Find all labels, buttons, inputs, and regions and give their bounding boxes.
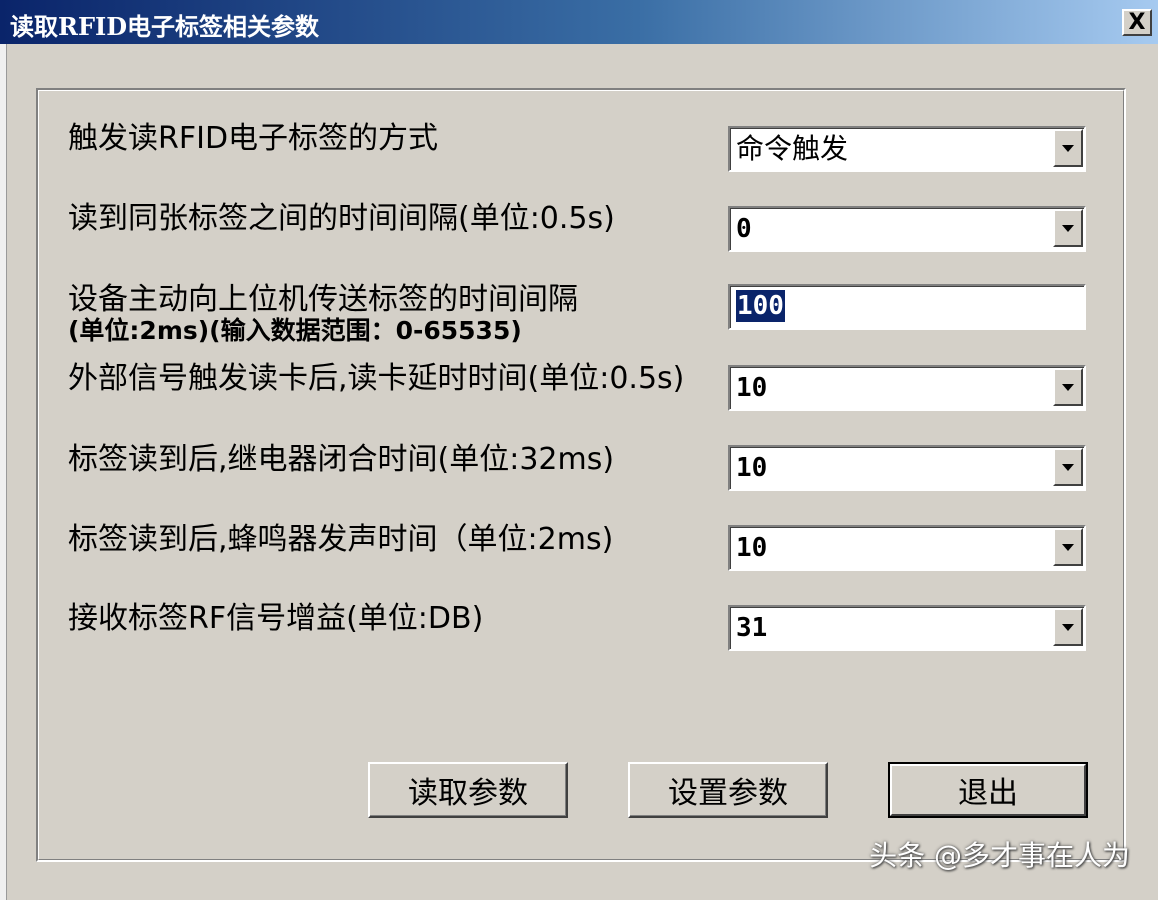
read-delay-select[interactable]: 10: [728, 365, 1086, 411]
upload-interval-input[interactable]: 100: [728, 284, 1086, 330]
upload-interval-value: 100: [736, 290, 785, 322]
chevron-down-icon: [1062, 544, 1074, 551]
trigger-mode-label: 触发读RFID电子标签的方式: [68, 121, 439, 156]
rf-gain-label: 接收标签RF信号增益(单位:DB): [68, 601, 484, 636]
trigger-mode-select[interactable]: 命令触发: [728, 126, 1086, 172]
exit-button[interactable]: 退出: [888, 762, 1088, 818]
same-tag-interval-dropdown-button[interactable]: [1053, 209, 1083, 247]
trigger-mode-value: 命令触发: [736, 132, 849, 165]
set-params-button-label: 设置参数: [668, 776, 788, 811]
relay-time-select[interactable]: 10: [728, 445, 1086, 491]
buzzer-time-value: 10: [736, 533, 768, 563]
rf-gain-value: 31: [736, 613, 768, 643]
close-icon: X: [1128, 9, 1146, 35]
read-delay-label: 外部信号触发读卡后,读卡延时时间(单位:0.5s): [68, 361, 685, 396]
same-tag-interval-value: 0: [736, 214, 752, 244]
read-params-button-label: 读取参数: [408, 776, 528, 811]
chevron-down-icon: [1062, 464, 1074, 471]
upload-interval-label: 设备主动向上位机传送标签的时间间隔: [68, 282, 578, 317]
rf-gain-select[interactable]: 31: [728, 605, 1086, 651]
chevron-down-icon: [1062, 225, 1074, 232]
buzzer-time-dropdown-button[interactable]: [1053, 528, 1083, 566]
relay-time-dropdown-button[interactable]: [1053, 448, 1083, 486]
watermark: 头条 @多才事在人为: [869, 839, 1130, 872]
chevron-down-icon: [1062, 384, 1074, 391]
read-delay-dropdown-button[interactable]: [1053, 368, 1083, 406]
buzzer-time-select[interactable]: 10: [728, 525, 1086, 571]
read-params-button[interactable]: 读取参数: [368, 762, 568, 818]
upload-interval-sublabel: (单位:2ms)(输入数据范围：0-65535): [68, 316, 522, 345]
title-bar[interactable]: 读取RFID电子标签相关参数 X: [0, 0, 1158, 44]
trigger-mode-dropdown-button[interactable]: [1053, 129, 1083, 167]
chevron-down-icon: [1062, 624, 1074, 631]
window-title: 读取RFID电子标签相关参数: [10, 12, 320, 41]
relay-time-label: 标签读到后,继电器闭合时间(单位:32ms): [68, 442, 615, 477]
same-tag-interval-select[interactable]: 0: [728, 206, 1086, 252]
chevron-down-icon: [1062, 145, 1074, 152]
relay-time-value: 10: [736, 453, 768, 483]
set-params-button[interactable]: 设置参数: [628, 762, 828, 818]
dialog-window: 读取RFID电子标签相关参数 X 触发读RFID电子标签的方式 命令触发 读到同…: [0, 0, 1158, 900]
close-button[interactable]: X: [1122, 9, 1152, 36]
buzzer-time-label: 标签读到后,蜂鸣器发声时间（单位:2ms): [68, 522, 614, 557]
exit-button-label: 退出: [958, 776, 1018, 811]
window-left-edge: [0, 44, 7, 900]
read-delay-value: 10: [736, 373, 768, 403]
rf-gain-dropdown-button[interactable]: [1053, 608, 1083, 646]
same-tag-interval-label: 读到同张标签之间的时间间隔(单位:0.5s): [68, 201, 615, 236]
